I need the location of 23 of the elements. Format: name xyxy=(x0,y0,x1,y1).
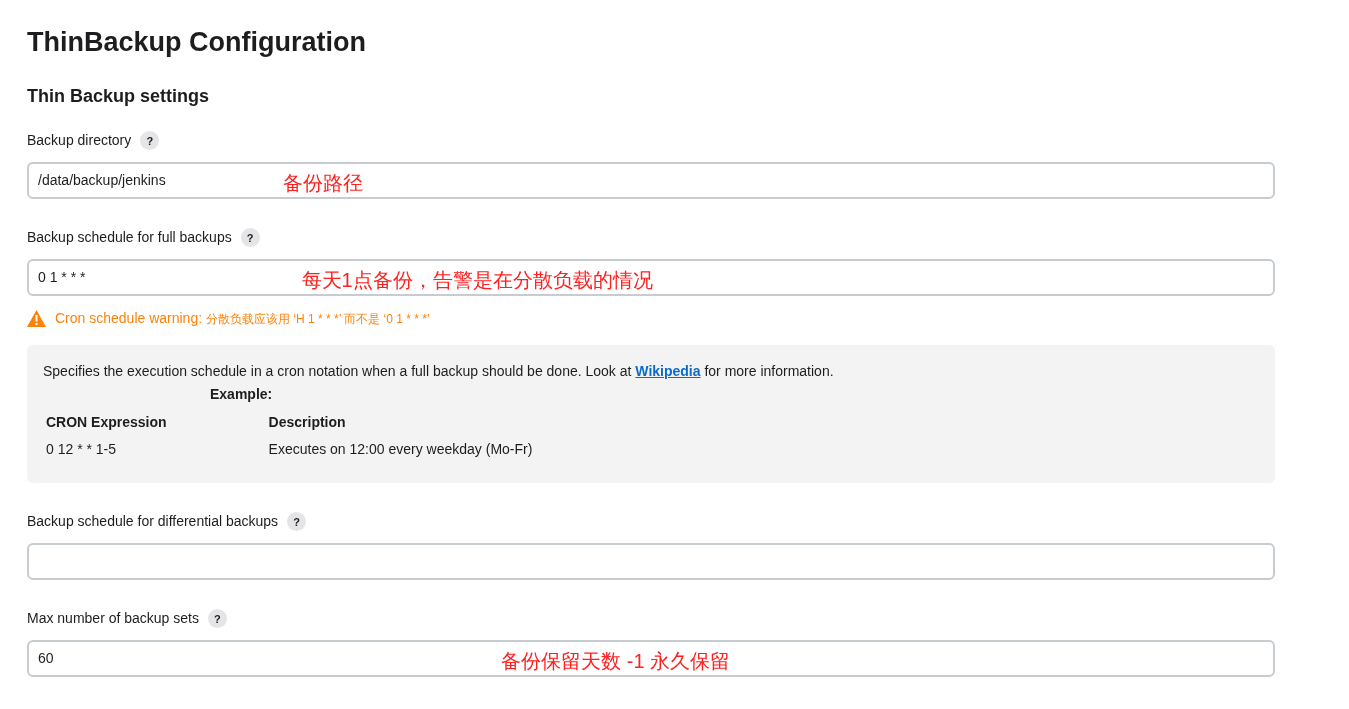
help-button[interactable]: ? xyxy=(208,609,227,629)
annotation-text: 备份路径 xyxy=(282,170,363,196)
section-title: Thin Backup settings xyxy=(27,84,211,108)
annotation-text: 每天1点备份，告警是在分散负载的情况 xyxy=(301,267,653,293)
table-cell-text: Executes on 12:00 every weekday (Mo-Fr) xyxy=(267,439,534,459)
warning-icon xyxy=(27,309,46,327)
warning-text: Cron schedule warning: 分散负载应该用 ‘H 1 * * *’ 而不是 ‘0 1 * * *’ xyxy=(55,308,430,328)
example-heading: Example: xyxy=(210,384,274,404)
annotation-text: 备份保留天数 -1 永久保留 xyxy=(501,648,731,674)
field-label: Backup directory xyxy=(27,131,132,151)
help-button[interactable]: ? xyxy=(287,512,307,532)
help-button[interactable]: ? xyxy=(140,131,160,151)
field-label: Max number of backup sets xyxy=(27,609,199,629)
help-text: Specifies the execution schedule in a cron notation when a full backup should be done. Look at Wikipedia for more information. xyxy=(43,361,835,381)
field-label: Backup schedule for differential backups xyxy=(27,512,279,532)
page-title: ThinBackup Configuration xyxy=(27,26,367,59)
wikipedia-link[interactable]: Wikipedia xyxy=(635,362,701,379)
column-header: Description xyxy=(267,412,347,432)
help-button[interactable]: ? xyxy=(240,228,260,248)
table-cell-text: 0 12 * * 1-5 xyxy=(45,439,118,459)
field-label: Backup schedule for full backups xyxy=(27,228,232,248)
text-input[interactable] xyxy=(27,542,1275,580)
column-header: CRON Expression xyxy=(45,412,168,432)
